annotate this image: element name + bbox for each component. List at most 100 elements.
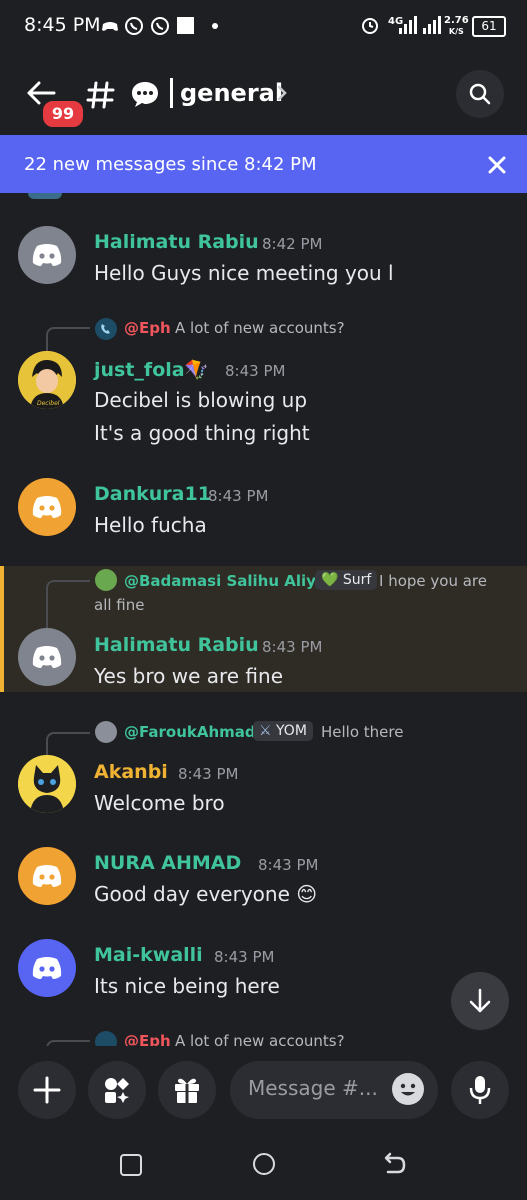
notification-square-icon: [177, 17, 194, 34]
gift-icon: [175, 1078, 199, 1103]
message-author[interactable]: Dankura11: [94, 483, 211, 505]
square-nav-icon[interactable]: [120, 1154, 142, 1176]
message-text: Its nice being here: [94, 974, 280, 998]
message-text: Decibel is blowing up: [94, 388, 308, 412]
back-nav-icon[interactable]: [384, 1152, 406, 1176]
message-text: Hello fucha: [94, 513, 207, 537]
apps-button[interactable]: [88, 1061, 146, 1119]
message-text: Hello Guys nice meeting you l: [94, 261, 394, 285]
apps-icon: [105, 1078, 129, 1103]
message-time: 8:43 PM: [214, 948, 275, 966]
signal-icon-2: [423, 16, 441, 34]
message-author[interactable]: NURA AHMAD: [94, 852, 241, 874]
avatar[interactable]: [18, 478, 76, 536]
reply-avatar: [95, 569, 117, 591]
reply-avatar: [95, 1031, 117, 1046]
avatar[interactable]: [18, 226, 76, 284]
server-tag-text: Surf: [342, 572, 372, 588]
reply-connector: [46, 327, 90, 351]
reply-avatar: [95, 318, 117, 340]
server-tag-text: YOM: [276, 723, 307, 739]
arrow-down-icon: [469, 988, 491, 1013]
message-time: 8:43 PM: [178, 765, 239, 783]
whatsapp-icon: [125, 17, 143, 35]
chevron-right-icon[interactable]: [276, 84, 288, 102]
whatsapp-business-icon: [151, 17, 169, 35]
battery-icon: 61: [472, 16, 506, 37]
signal-icon: [399, 16, 417, 34]
reply-mention[interactable]: @Badamasi Salihu Aliyu: [124, 572, 327, 590]
hash-icon: [86, 81, 115, 109]
svg-text:Decibel: Decibel: [37, 400, 60, 407]
cat-avatar-icon: [18, 755, 76, 813]
message-author[interactable]: Halimatu Rabiu: [94, 231, 259, 253]
avatar[interactable]: Decibel: [18, 351, 76, 409]
reply-mention[interactable]: @FaroukAhmad: [124, 723, 256, 741]
reply-preview[interactable]: Hello there: [321, 723, 403, 741]
close-icon[interactable]: [488, 156, 506, 174]
channel-separator: [170, 78, 173, 108]
avatar[interactable]: [18, 847, 76, 905]
plus-icon: [33, 1076, 61, 1104]
alarm-icon: [362, 18, 378, 34]
partial-attachment: [28, 193, 62, 199]
message-text: It's a good thing right: [94, 421, 310, 445]
message-text: Yes bro we are fine: [94, 664, 284, 688]
message-author[interactable]: Mai-kwalli: [94, 944, 203, 966]
message-author[interactable]: Akanbi: [94, 761, 168, 783]
avatar[interactable]: [18, 755, 76, 813]
discord-logo-icon: [32, 957, 62, 979]
reply-connector: [46, 580, 90, 628]
emoji-button[interactable]: [392, 1073, 424, 1105]
discord-logo-icon: [32, 496, 62, 518]
reply-preview-cont[interactable]: all fine: [94, 596, 144, 614]
reply-preview[interactable]: A lot of new accounts?: [175, 319, 345, 337]
server-tag: ⚔ YOM: [253, 721, 313, 741]
search-button[interactable]: [456, 70, 504, 118]
add-attachment-button[interactable]: [18, 1061, 76, 1119]
speed-unit: K/S: [448, 27, 464, 36]
message-placeholder[interactable]: Message #...: [248, 1076, 378, 1100]
voice-message-button[interactable]: [451, 1061, 509, 1119]
discord-logo-icon: [32, 244, 62, 266]
discord-logo-icon: [32, 646, 62, 668]
heart-icon: 💚: [321, 572, 339, 588]
message-author[interactable]: Halimatu Rabiu: [94, 634, 259, 656]
message-time: 8:42 PM: [262, 235, 323, 253]
network-speed: 2.76 K/S: [444, 15, 469, 37]
phone-icon: [101, 324, 110, 334]
reply-preview[interactable]: A lot of new accounts?: [175, 1032, 345, 1046]
reply-preview[interactable]: I hope you are: [379, 572, 487, 590]
game-controller-icon: [102, 22, 118, 31]
speed-value: 2.76: [444, 15, 469, 26]
speech-bubble-icon: [132, 82, 158, 107]
message-time: 8:43 PM: [258, 856, 319, 874]
anime-avatar-icon: Decibel: [18, 351, 76, 409]
message-time: 8:43 PM: [208, 487, 269, 505]
gift-button[interactable]: [158, 1061, 216, 1119]
message-author[interactable]: just_fola🪁: [94, 358, 208, 381]
avatar[interactable]: [18, 628, 76, 686]
reply-mention[interactable]: @Eph: [124, 319, 171, 337]
unread-badge: 99: [40, 98, 86, 130]
circle-nav-icon[interactable]: [253, 1153, 275, 1175]
partial-message: @Eph A lot of new accounts?: [0, 1028, 527, 1046]
jump-to-bottom-button[interactable]: [451, 972, 509, 1030]
avatar[interactable]: [18, 939, 76, 997]
sword-icon: ⚔: [259, 723, 272, 739]
channel-name[interactable]: general: [180, 79, 283, 107]
message-time: 8:43 PM: [262, 638, 323, 656]
message-time: 8:43 PM: [225, 362, 286, 380]
message-text: Welcome bro: [94, 791, 225, 815]
dot-icon: [212, 23, 218, 29]
smiley-icon: [400, 1083, 416, 1096]
status-time: 8:45 PM: [24, 14, 101, 36]
new-messages-text[interactable]: 22 new messages since 8:42 PM: [24, 154, 317, 175]
reply-connector: [46, 732, 90, 756]
microphone-icon: [469, 1076, 491, 1104]
reply-avatar: [95, 721, 117, 743]
search-icon: [469, 83, 491, 105]
server-tag: 💚 Surf: [315, 570, 378, 590]
reply-mention[interactable]: @Eph: [124, 1032, 171, 1046]
message-text: Good day everyone 😊: [94, 882, 318, 906]
